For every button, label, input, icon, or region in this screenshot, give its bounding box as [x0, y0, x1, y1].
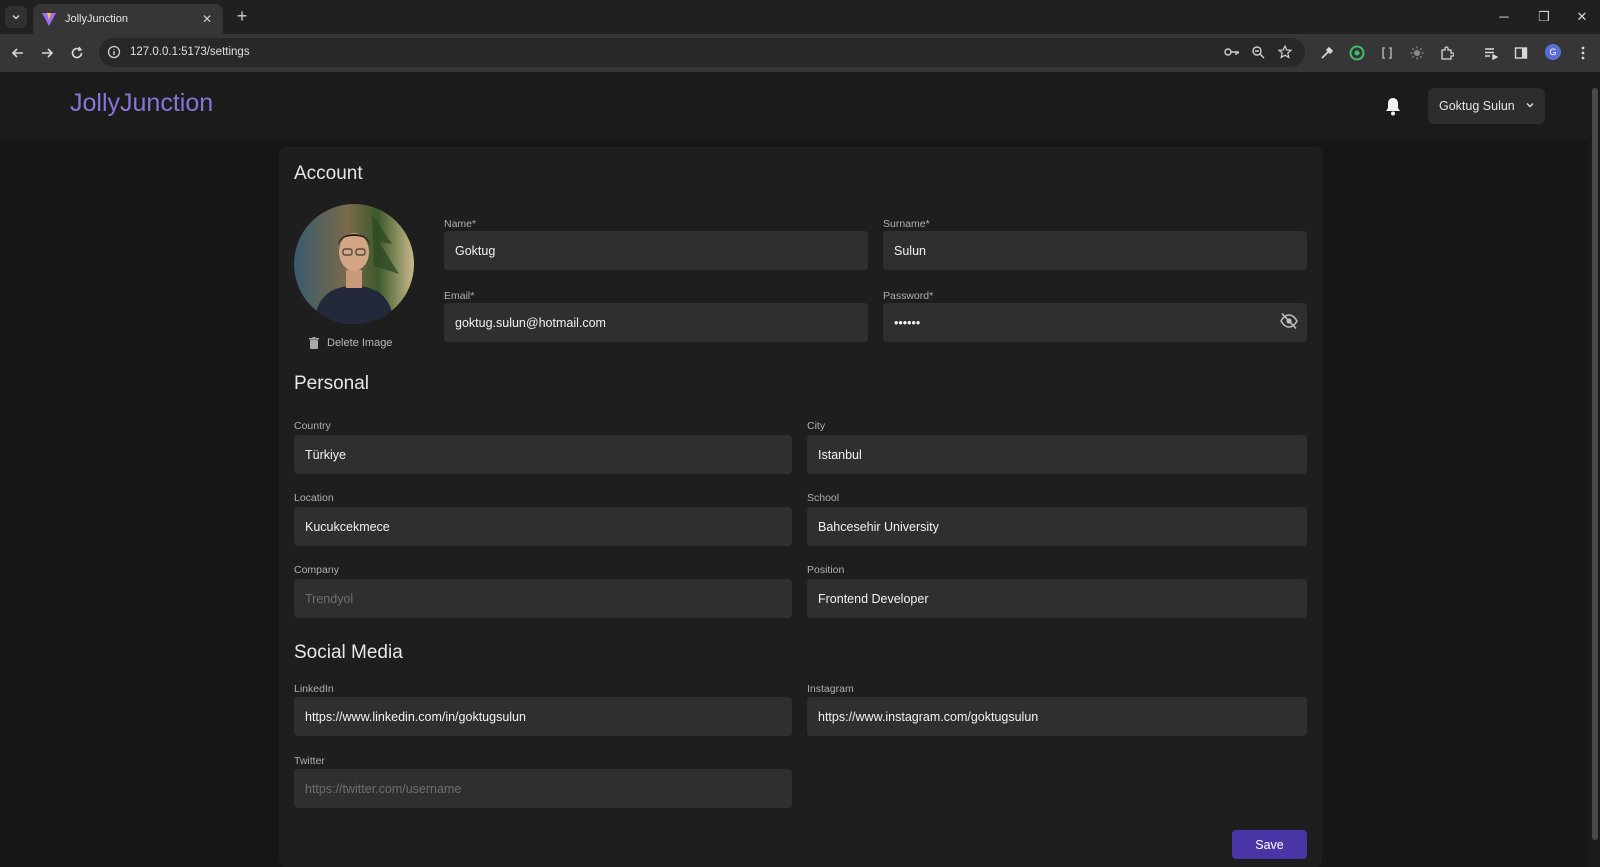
chevron-down-icon [12, 14, 20, 20]
settings-card: Account Delete Image Name* Goktug Surnam… [279, 147, 1322, 867]
name-label: Name* [444, 218, 477, 230]
window-close-icon[interactable]: ✕ [1572, 8, 1592, 26]
password-label: Password* [883, 290, 934, 302]
tab-title: JollyJunction [65, 13, 128, 25]
company-input[interactable] [294, 579, 792, 618]
page-scrollbar-thumb[interactable] [1592, 88, 1598, 840]
browser-menu-icon[interactable] [1574, 44, 1592, 62]
email-input[interactable] [444, 303, 868, 342]
surname-label: Surname* [883, 218, 930, 230]
location-input[interactable] [294, 507, 792, 546]
delete-image-button[interactable]: Delete Image [309, 337, 392, 349]
school-input[interactable] [807, 507, 1307, 546]
bracket-extension-icon[interactable] [1378, 44, 1396, 62]
save-button[interactable]: Save [1232, 830, 1307, 859]
restore-icon[interactable]: ❐ [1534, 8, 1554, 26]
email-label: Email* [444, 290, 475, 302]
profile-avatar-icon[interactable]: G [1545, 44, 1561, 60]
vite-logo-icon [42, 13, 56, 26]
country-label: Country [294, 420, 331, 432]
new-tab-button[interactable]: + [232, 7, 252, 27]
country-input[interactable] [294, 435, 792, 474]
user-name: Goktug Sulun [1439, 99, 1515, 113]
browser-toolbar: 127.0.0.1:5173/settings G [0, 34, 1600, 72]
instagram-label: Instagram [807, 683, 854, 695]
site-info-icon[interactable] [107, 45, 121, 59]
city-label: City [807, 420, 826, 432]
school-label: School [807, 492, 840, 504]
url-text: 127.0.0.1:5173/settings [130, 46, 250, 58]
profile-avatar[interactable] [294, 204, 414, 324]
twitter-input[interactable] [294, 769, 792, 808]
chevron-down-icon [1526, 103, 1534, 108]
minimize-icon[interactable]: ─ [1494, 8, 1514, 26]
tab-close-icon[interactable]: ✕ [199, 12, 215, 26]
notification-bell-icon[interactable] [1384, 96, 1402, 116]
browser-tab-bar: JollyJunction ✕ + ─ ❐ ✕ [0, 0, 1600, 34]
linkedin-label: LinkedIn [294, 683, 334, 695]
delete-image-label: Delete Image [327, 337, 393, 349]
arrow-left-icon [11, 48, 23, 58]
twitter-label: Twitter [294, 755, 325, 767]
forward-button[interactable] [37, 43, 57, 63]
reload-icon [71, 46, 83, 59]
arrow-right-icon [42, 48, 54, 58]
bookmark-star-icon[interactable] [1277, 44, 1293, 60]
eye-off-icon[interactable] [1279, 312, 1299, 330]
extensions-puzzle-icon[interactable] [1438, 44, 1456, 62]
app-header: JollyJunction Goktug Sulun [0, 72, 1600, 140]
surname-input[interactable] [883, 231, 1307, 270]
account-section-title: Account [294, 163, 363, 184]
tab-list-button[interactable] [5, 6, 27, 28]
password-input[interactable] [883, 303, 1307, 342]
profile-photo [294, 204, 414, 324]
reload-button[interactable] [67, 43, 87, 63]
password-key-icon[interactable] [1224, 44, 1240, 60]
trash-icon [309, 337, 319, 349]
sun-extension-icon[interactable] [1408, 44, 1426, 62]
user-menu-button[interactable]: Goktug Sulun [1428, 88, 1545, 124]
zoom-icon[interactable] [1250, 44, 1266, 60]
personal-section-title: Personal [294, 373, 369, 394]
position-label: Position [807, 564, 845, 576]
eyedropper-extension-icon[interactable] [1318, 44, 1336, 62]
name-input[interactable] [444, 231, 868, 270]
back-button[interactable] [8, 43, 28, 63]
side-panel-icon[interactable] [1512, 44, 1530, 62]
green-circle-extension-icon[interactable] [1348, 44, 1366, 62]
address-bar[interactable]: 127.0.0.1:5173/settings [99, 38, 1305, 67]
browser-tab[interactable]: JollyJunction ✕ [33, 4, 223, 34]
social-media-section-title: Social Media [294, 642, 403, 663]
location-label: Location [294, 492, 334, 504]
app-logo[interactable]: JollyJunction [70, 89, 213, 118]
company-label: Company [294, 564, 339, 576]
instagram-input[interactable] [807, 697, 1307, 736]
linkedin-input[interactable] [294, 697, 792, 736]
position-input[interactable] [807, 579, 1307, 618]
city-input[interactable] [807, 435, 1307, 474]
media-queue-icon[interactable] [1482, 44, 1500, 62]
